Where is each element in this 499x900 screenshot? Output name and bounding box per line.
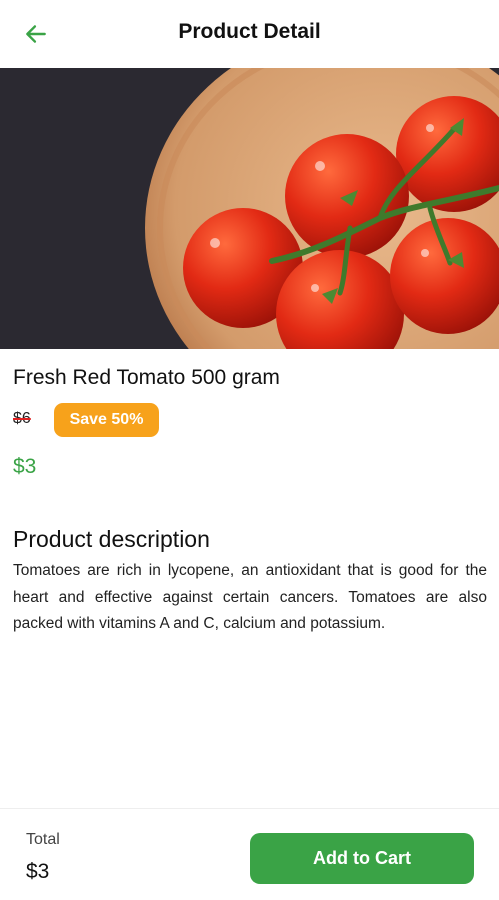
description-text: Tomatoes are rich in lycopene, an antiox… [13,562,487,632]
discount-badge: Save 50% [54,403,159,437]
product-image [0,68,499,349]
old-price: $6 [13,410,31,427]
checkout-footer: Total $3 Add to Cart [0,808,499,900]
add-to-cart-button[interactable]: Add to Cart [250,833,474,884]
description-title: Product description [13,526,210,552]
product-price: $3 [13,455,37,478]
app-bar: Product Detail [0,0,499,68]
page-title: Product Detail [178,20,321,43]
total-label: Total [26,831,60,848]
total-value: $3 [26,860,50,883]
product-name: Fresh Red Tomato 500 gram [13,366,280,389]
